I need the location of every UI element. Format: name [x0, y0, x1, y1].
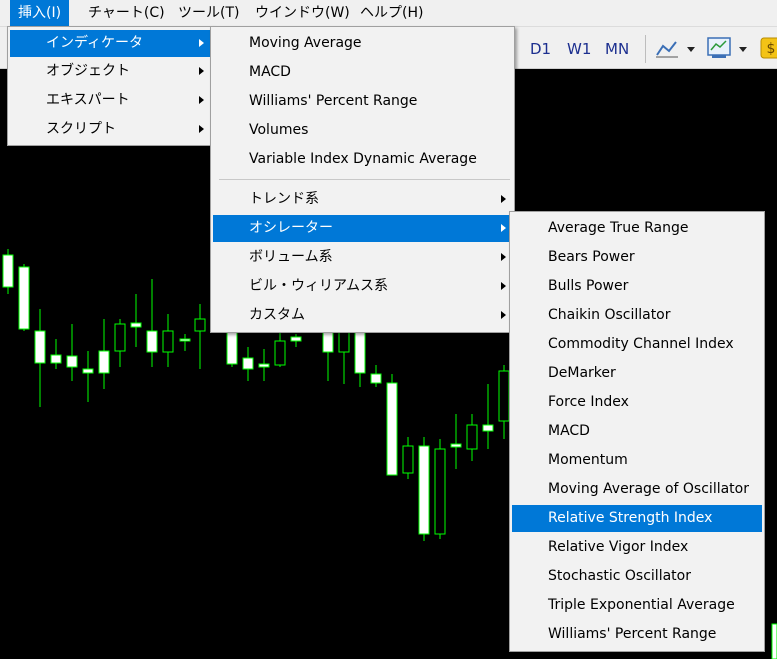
oscillators-submenu: Average True Range Bears Power Bulls Pow… [509, 211, 765, 652]
candle-body-16 [274, 340, 286, 366]
candle-body-10 [162, 330, 174, 353]
menu-item-cci[interactable]: Commodity Channel Index [512, 331, 762, 358]
candle-body-6 [98, 350, 110, 374]
candle-body-12 [194, 318, 206, 332]
candle-body-11 [179, 338, 191, 342]
insert-menu: インディケータ オブジェクト エキスパート スクリプト [7, 26, 213, 146]
candle-body-edge [771, 623, 777, 659]
candle-body-5 [82, 368, 94, 374]
line-chart-icon[interactable] [654, 35, 702, 61]
candle-body-21 [370, 373, 382, 384]
candle-body-19 [338, 330, 350, 353]
timeframe-d1-button[interactable]: D1 [530, 40, 551, 58]
chevron-right-icon [199, 67, 204, 75]
menu-item-objects[interactable]: オブジェクト [10, 58, 210, 85]
menu-item-experts[interactable]: エキスパート [10, 87, 210, 114]
candle-body-4 [66, 355, 78, 368]
menu-item-indicators[interactable]: インディケータ [10, 30, 210, 57]
menu-insert[interactable]: 挿入(I) [10, 0, 70, 26]
candle-body-23 [402, 445, 414, 474]
candle-body-9 [146, 330, 158, 353]
menu-item-custom[interactable]: カスタム [213, 302, 512, 329]
candle-body-13 [226, 330, 238, 365]
menu-item-bears-power[interactable]: Bears Power [512, 244, 762, 271]
dollar-icon[interactable]: $ [759, 35, 777, 61]
candle-body-24 [418, 445, 430, 535]
candle-body-7 [114, 323, 126, 352]
candle-body-15 [258, 363, 270, 368]
menu-chart[interactable]: チャート(C) [80, 0, 173, 26]
menu-item-volume[interactable]: ボリューム系 [213, 244, 512, 271]
chevron-right-icon [501, 282, 506, 290]
menu-item-oscillators[interactable]: オシレーター [213, 215, 512, 242]
menu-item-vidya[interactable]: Variable Index Dynamic Average [213, 146, 512, 173]
menu-item-trix[interactable]: Triple Exponential Average [512, 592, 762, 619]
menu-window[interactable]: ウインドウ(W) [247, 0, 358, 26]
menu-tools[interactable]: ツール(T) [170, 0, 247, 26]
chart-template-icon[interactable] [706, 35, 754, 61]
toolbar-separator [645, 35, 646, 63]
candle-body-14 [242, 357, 254, 370]
candle-body-27 [466, 424, 478, 450]
candle-body-1 [18, 266, 30, 330]
menu-item-rvi[interactable]: Relative Vigor Index [512, 534, 762, 561]
menu-item-stochastic[interactable]: Stochastic Oscillator [512, 563, 762, 590]
menu-item-momentum[interactable]: Momentum [512, 447, 762, 474]
chevron-right-icon [501, 253, 506, 261]
menu-item-moving-average[interactable]: Moving Average [213, 30, 512, 57]
chevron-right-icon [501, 195, 506, 203]
chevron-right-icon [199, 39, 204, 47]
chevron-right-icon [501, 224, 506, 232]
candle-body-20 [354, 330, 366, 374]
menu-item-rsi[interactable]: Relative Strength Index [512, 505, 762, 532]
menu-item-williams-pr-osc[interactable]: Williams' Percent Range [512, 621, 762, 648]
menu-item-force-index[interactable]: Force Index [512, 389, 762, 416]
menu-item-macd[interactable]: MACD [213, 59, 512, 86]
menu-item-bulls-power[interactable]: Bulls Power [512, 273, 762, 300]
menu-item-macd-osc[interactable]: MACD [512, 418, 762, 445]
menu-item-scripts[interactable]: スクリプト [10, 116, 210, 143]
candle-body-28 [482, 424, 494, 432]
menubar: 挿入(I) チャート(C) ツール(T) ウインドウ(W) ヘルプ(H) [0, 0, 777, 27]
candle-body-0 [2, 254, 14, 288]
chevron-right-icon [199, 96, 204, 104]
timeframe-w1-button[interactable]: W1 [567, 40, 591, 58]
candle-body-8 [130, 322, 142, 328]
indicators-submenu: Moving Average MACD Williams' Percent Ra… [210, 26, 515, 333]
chevron-right-icon [199, 125, 204, 133]
candle-body-18 [322, 330, 334, 353]
svg-text:$: $ [767, 41, 776, 57]
candle-body-25 [434, 448, 446, 535]
candle-body-22 [386, 382, 398, 476]
menu-item-bill-williams[interactable]: ビル・ウィリアムス系 [213, 273, 512, 300]
candle-body-29 [498, 370, 510, 422]
menu-item-osma[interactable]: Moving Average of Oscillator [512, 476, 762, 503]
menu-item-demarker[interactable]: DeMarker [512, 360, 762, 387]
candle-body-26 [450, 443, 462, 448]
candle-body-3 [50, 354, 62, 364]
timeframe-mn-button[interactable]: MN [605, 40, 629, 58]
menu-item-volumes[interactable]: Volumes [213, 117, 512, 144]
candle-body-17 [290, 336, 302, 342]
menu-item-williams-percent-range[interactable]: Williams' Percent Range [213, 88, 512, 115]
menu-help[interactable]: ヘルプ(H) [352, 0, 431, 26]
candle-body-2 [34, 330, 46, 364]
menu-separator [219, 179, 510, 180]
menu-item-atr[interactable]: Average True Range [512, 215, 762, 242]
menu-item-trend[interactable]: トレンド系 [213, 186, 512, 213]
chevron-right-icon [501, 311, 506, 319]
menu-item-chaikin-oscillator[interactable]: Chaikin Oscillator [512, 302, 762, 329]
